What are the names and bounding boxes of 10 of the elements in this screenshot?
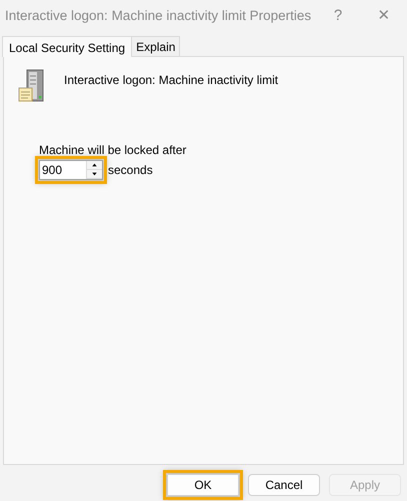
dialog-button[interactable]: Cancel: [248, 474, 320, 496]
tab[interactable]: Local Security Setting: [2, 36, 132, 57]
setting-label: Machine will be locked after: [39, 143, 188, 157]
tab[interactable]: Explain: [131, 36, 180, 56]
spin-down-icon[interactable]: [87, 170, 102, 179]
number-field[interactable]: 900: [40, 161, 86, 179]
spin-up-icon[interactable]: [87, 161, 102, 170]
unit-label: seconds: [108, 163, 153, 177]
policy-name: Interactive logon: Machine inactivity limit: [64, 73, 278, 87]
window-title: Interactive logon: Machine inactivity limit Properties: [5, 8, 312, 22]
